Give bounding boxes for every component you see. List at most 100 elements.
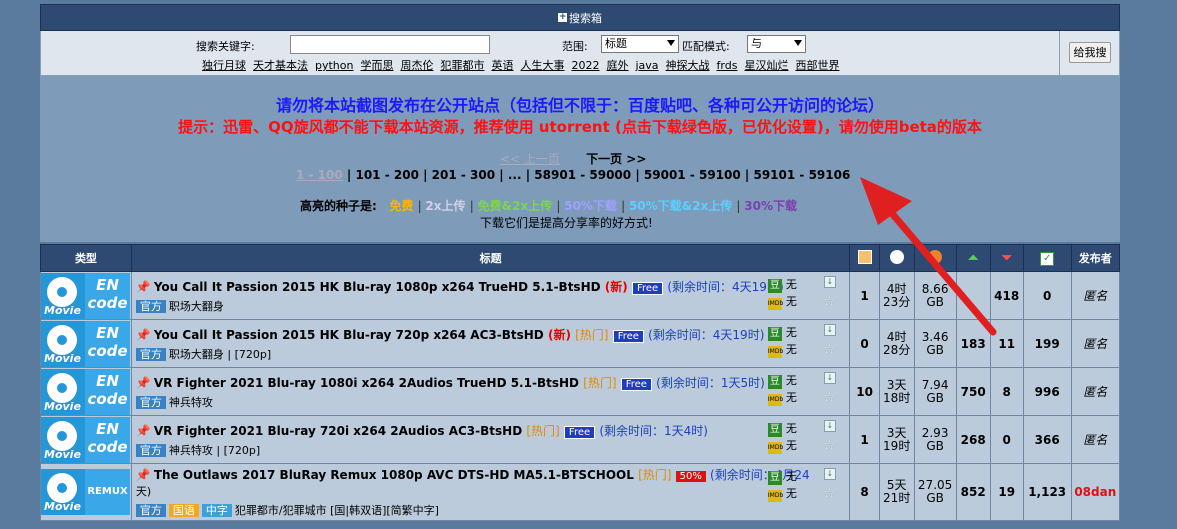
comments-count[interactable]: 1: [849, 271, 880, 320]
col-size[interactable]: [913, 244, 957, 272]
type-cell[interactable]: Movie EN code: [40, 319, 132, 368]
completed-count[interactable]: 0: [1022, 271, 1072, 320]
uploader-name[interactable]: 匿名: [1083, 337, 1107, 351]
hot-keyword-link[interactable]: 神探大战: [666, 59, 710, 72]
category-icon[interactable]: Movie EN code: [41, 416, 130, 463]
expand-icon[interactable]: +: [558, 13, 567, 22]
hot-keyword-link[interactable]: 天才基本法: [253, 59, 308, 72]
col-uploader[interactable]: 发布者: [1070, 244, 1121, 272]
comments-count[interactable]: 0: [849, 319, 880, 368]
next-page-link[interactable]: 下一页 >>: [586, 152, 646, 166]
scope-select[interactable]: 标题: [601, 35, 679, 53]
search-input[interactable]: [290, 35, 490, 54]
keyword-label: 搜索关键字:: [196, 40, 255, 53]
download-icon[interactable]: ↓: [823, 372, 836, 384]
table-row[interactable]: Movie REMUX 📌 The Outlaws 2017 BluRay Rem…: [40, 463, 1121, 521]
col-time[interactable]: [878, 244, 915, 272]
leechers-count[interactable]: 0: [989, 415, 1024, 464]
category-icon[interactable]: Movie EN code: [41, 272, 130, 319]
seeders-count[interactable]: 183: [955, 319, 991, 368]
col-leechers[interactable]: ⏷: [989, 244, 1024, 272]
seeders-count[interactable]: 852: [955, 463, 991, 521]
page-link[interactable]: 101 - 200: [355, 168, 418, 182]
hot-keyword-link[interactable]: 犯罪都市: [440, 59, 484, 72]
uploader: 匿名: [1070, 367, 1121, 416]
leechers-count[interactable]: 418: [989, 271, 1024, 320]
completed-count[interactable]: 199: [1022, 319, 1072, 368]
comments-count[interactable]: 8: [849, 463, 880, 521]
category-label: Movie: [44, 447, 81, 461]
download-icon[interactable]: ↓: [823, 324, 836, 336]
bookmark-star-icon[interactable]: ☆: [823, 390, 836, 406]
hot-keyword-link[interactable]: java: [635, 59, 658, 72]
type-cell[interactable]: Movie REMUX: [40, 463, 132, 521]
torrent-title-link[interactable]: VR Fighter 2021 Blu-ray 720i x264 2Audio…: [154, 424, 522, 438]
category-icon[interactable]: Movie EN code: [41, 320, 130, 367]
hot-keyword-link[interactable]: 英语: [491, 59, 513, 72]
table-row[interactable]: Movie EN code 📌 VR Fighter 2021 Blu-ray 72…: [40, 415, 1121, 464]
prev-page-link[interactable]: << 上一页: [500, 152, 560, 166]
tag-badge: 官方: [135, 395, 166, 409]
hot-keyword-link[interactable]: 星汉灿烂: [744, 59, 788, 72]
comments-count[interactable]: 1: [849, 415, 880, 464]
seeders-count[interactable]: 750: [955, 367, 991, 416]
completed-count[interactable]: 996: [1022, 367, 1072, 416]
leechers-count[interactable]: 8: [989, 367, 1024, 416]
type-cell[interactable]: Movie EN code: [40, 415, 132, 464]
leechers-count[interactable]: 11: [989, 319, 1024, 368]
category-icon[interactable]: Movie EN code: [41, 368, 130, 415]
completed-count[interactable]: 366: [1022, 415, 1072, 464]
col-seeders[interactable]: ⏶: [955, 244, 991, 272]
download-icon[interactable]: ↓: [823, 420, 836, 432]
hot-keyword-link[interactable]: 人生大事: [520, 59, 564, 72]
hot-keyword-link[interactable]: 西部世界: [795, 59, 839, 72]
col-title[interactable]: 标题: [130, 244, 851, 272]
category-icon[interactable]: Movie REMUX: [41, 469, 130, 515]
completed-count[interactable]: 1,123: [1022, 463, 1072, 521]
hot-keyword-link[interactable]: 学而思: [360, 59, 393, 72]
match-mode-select[interactable]: 与: [747, 35, 806, 53]
torrent-title-link[interactable]: The Outlaws 2017 BluRay Remux 1080p AVC …: [154, 468, 634, 482]
seeders-count[interactable]: [955, 271, 991, 320]
hot-keyword-link[interactable]: python: [315, 59, 353, 72]
uploader-name[interactable]: 匿名: [1083, 433, 1107, 447]
table-row[interactable]: Movie EN code 📌 You Call It Passion 2015 H…: [40, 319, 1121, 368]
bookmark-star-icon[interactable]: ☆: [823, 342, 836, 358]
hot-keyword-link[interactable]: 庭外: [606, 59, 628, 72]
download-icon[interactable]: ↓: [823, 276, 836, 288]
download-icon[interactable]: ↓: [823, 468, 836, 480]
col-type[interactable]: 类型: [40, 244, 132, 272]
bookmark-star-icon[interactable]: ☆: [823, 294, 836, 310]
hot-keyword-link[interactable]: frds: [717, 59, 738, 72]
seeders-count[interactable]: 268: [955, 415, 991, 464]
warning-download-client[interactable]: 提示：迅雷、QQ旋风都不能下载本站资源，推荐使用 utorrent (点击下载绿…: [40, 116, 1120, 137]
page-link[interactable]: 59001 - 59100: [644, 168, 741, 182]
uploader-name[interactable]: 匿名: [1083, 385, 1107, 399]
table-row[interactable]: Movie EN code 📌 VR Fighter 2021 Blu-ray 10…: [40, 367, 1121, 416]
uploader-name[interactable]: 08dan: [1074, 485, 1116, 499]
chevron-down-icon: [667, 40, 675, 46]
table-row[interactable]: Movie EN code 📌 You Call It Passion 2015 H…: [40, 271, 1121, 320]
category-label: Movie: [44, 303, 81, 317]
bookmark-star-icon[interactable]: ☆: [823, 438, 836, 454]
page-link[interactable]: 59101 - 59106: [753, 168, 850, 182]
torrent-title-link[interactable]: You Call It Passion 2015 HK Blu-ray 720p…: [154, 328, 544, 342]
page-link[interactable]: 201 - 300: [432, 168, 495, 182]
comments-count[interactable]: 10: [849, 367, 880, 416]
hot-keyword-link[interactable]: 周杰伦: [400, 59, 433, 72]
col-completed[interactable]: ✓: [1022, 244, 1072, 272]
search-button[interactable]: 给我搜: [1069, 42, 1111, 63]
torrent-title-link[interactable]: You Call It Passion 2015 HK Blu-ray 1080…: [154, 280, 601, 294]
leechers-count[interactable]: 19: [989, 463, 1024, 521]
page-link[interactable]: 58901 - 59000: [534, 168, 631, 182]
imdb-icon: IMDb: [767, 298, 783, 310]
search-box-header[interactable]: + 搜索箱: [40, 4, 1120, 31]
uploader-name[interactable]: 匿名: [1083, 289, 1107, 303]
hot-keyword-link[interactable]: 2022: [571, 59, 599, 72]
torrent-title-link[interactable]: VR Fighter 2021 Blu-ray 1080i x264 2Audi…: [154, 376, 579, 390]
hot-keyword-link[interactable]: 独行月球: [202, 59, 246, 72]
bookmark-star-icon[interactable]: ☆: [823, 486, 836, 502]
type-cell[interactable]: Movie EN code: [40, 367, 132, 416]
col-comments[interactable]: [849, 244, 880, 272]
type-cell[interactable]: Movie EN code: [40, 271, 132, 320]
